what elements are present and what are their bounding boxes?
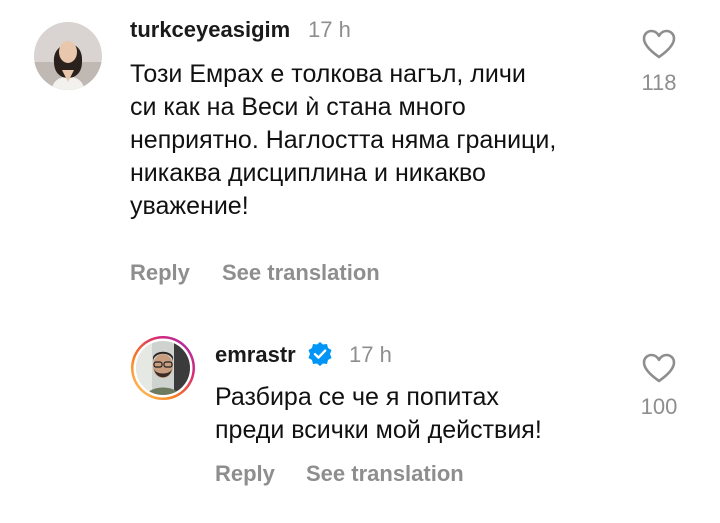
reply-button[interactable]: Reply [130, 260, 190, 286]
like-count: 100 [640, 394, 678, 419]
comment-text: Разбира се че я попитах преди всички мой… [215, 381, 615, 447]
comment-line: си как на Веси ѝ стана много [130, 93, 466, 121]
avatar-emrastr[interactable] [130, 335, 196, 401]
comment-line: никаква дисциплина и никакво [130, 159, 486, 187]
heart-icon[interactable] [641, 352, 677, 384]
see-translation-button[interactable]: See translation [306, 461, 464, 487]
woman-portrait-avatar [34, 22, 102, 90]
comment-username[interactable]: turkceyeasigim [130, 17, 290, 43]
comment-line: уважение! [130, 192, 249, 220]
heart-icon[interactable] [641, 28, 677, 60]
man-in-car-avatar-with-story-ring [131, 336, 195, 400]
comment-timestamp: 17 h [308, 17, 351, 42]
comment-username[interactable]: emrastr [215, 342, 296, 368]
like-count: 118 [641, 70, 677, 95]
comment-text: Този Емрах е толкова нагъл, личи си как … [130, 58, 630, 223]
reply-button[interactable]: Reply [215, 461, 275, 487]
comment-line: неприятно. Наглостта няма граници, [130, 126, 557, 154]
comment-line: преди всички мой действия! [215, 416, 542, 444]
comment-timestamp: 17 h [349, 342, 392, 367]
comment-line: Разбира се че я попитах [215, 383, 499, 411]
see-translation-button[interactable]: See translation [222, 260, 380, 286]
verified-badge-icon [308, 342, 332, 366]
avatar-turkceyeasigim[interactable] [34, 22, 102, 90]
comment-line: Този Емрах е толкова нагъл, личи [130, 60, 526, 88]
